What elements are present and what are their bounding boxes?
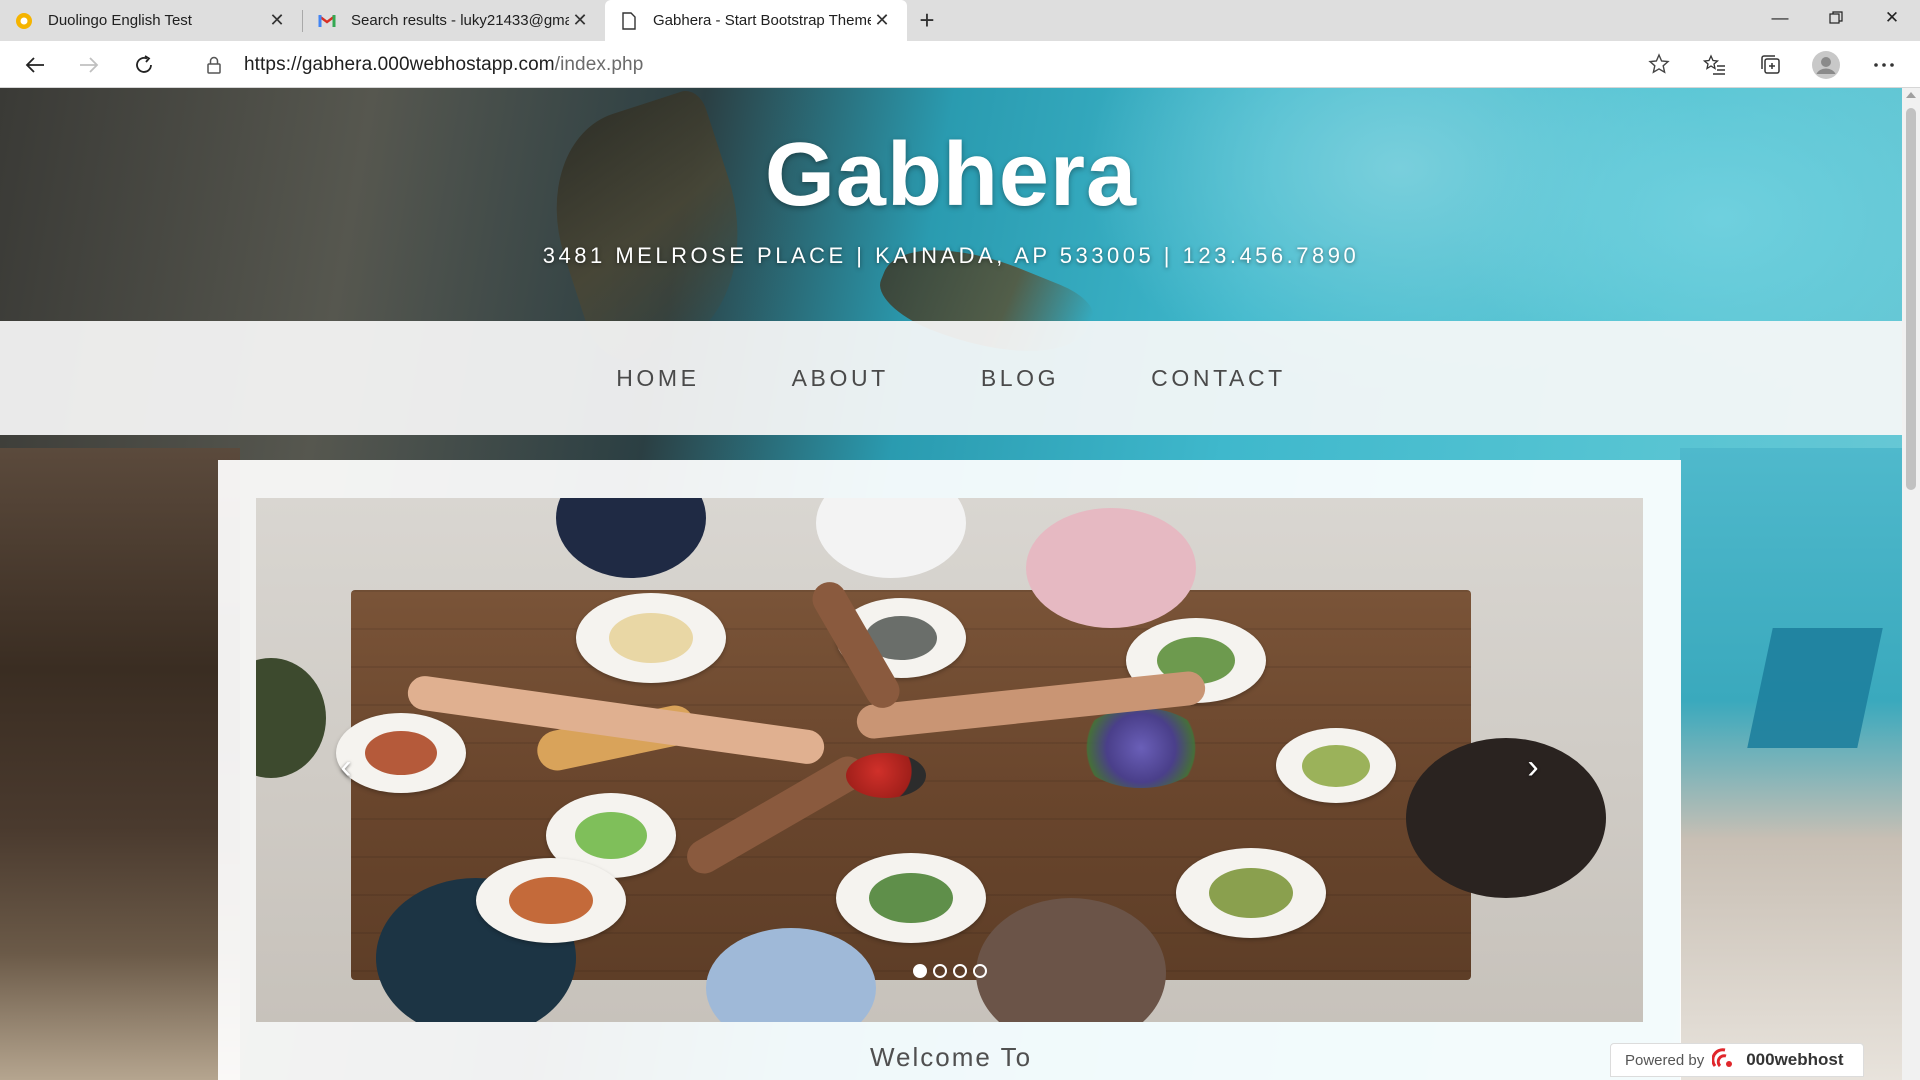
diner bbox=[256, 658, 326, 778]
tab-gmail[interactable]: Search results - luky21433@gma ✕ bbox=[303, 0, 605, 41]
carousel-indicator[interactable] bbox=[972, 964, 987, 978]
plate bbox=[576, 593, 726, 683]
content-container: ‹ › bbox=[218, 460, 1681, 1080]
address-text: 3481 Melrose Place | Kainada, AP 533005 … bbox=[542, 243, 1360, 268]
favorite-star-icon[interactable] bbox=[1648, 53, 1670, 80]
scroll-up-icon[interactable] bbox=[1906, 92, 1916, 98]
vertical-scrollbar[interactable] bbox=[1902, 88, 1920, 1080]
tab-title: Gabhera - Start Bootstrap Theme bbox=[653, 12, 871, 29]
powered-by-badge[interactable]: Powered by 000webhost bbox=[1610, 1043, 1864, 1077]
site-navigation: Home About Blog Contact bbox=[0, 321, 1902, 435]
plate bbox=[1176, 848, 1326, 938]
minimize-icon[interactable]: — bbox=[1752, 0, 1808, 36]
powered-by-brand: 000webhost bbox=[1746, 1050, 1844, 1069]
site-address: 3481 Melrose Place | Kainada, AP 533005 … bbox=[0, 243, 1902, 269]
url-path: /index.php bbox=[554, 54, 644, 75]
address-bar: https://gabhera.000webhostapp.com/index.… bbox=[0, 41, 1920, 88]
refresh-icon bbox=[136, 55, 152, 73]
plate bbox=[476, 858, 626, 943]
carousel-indicator[interactable] bbox=[952, 964, 967, 978]
favorites-button[interactable] bbox=[1697, 47, 1733, 83]
url-origin: https://gabhera.000webhostapp.com bbox=[244, 54, 555, 75]
nav-about[interactable]: About bbox=[789, 365, 892, 392]
nav-home[interactable]: Home bbox=[613, 365, 702, 392]
close-tab-icon[interactable]: ✕ bbox=[569, 10, 591, 32]
page-icon bbox=[619, 11, 639, 31]
duolingo-icon bbox=[14, 11, 34, 31]
carousel-next-button[interactable]: › bbox=[1518, 750, 1548, 784]
tomatoes bbox=[846, 753, 926, 798]
url-field[interactable]: https://gabhera.000webhostapp.com/index.… bbox=[180, 46, 1680, 84]
carousel-image bbox=[256, 498, 1643, 1022]
forward-button[interactable] bbox=[71, 47, 107, 83]
gmail-icon bbox=[317, 11, 337, 31]
collections-icon bbox=[1761, 55, 1780, 74]
carousel-indicator[interactable] bbox=[932, 964, 947, 978]
background-chair bbox=[0, 448, 240, 1080]
restore-icon[interactable] bbox=[1808, 0, 1864, 36]
000webhost-logo-icon bbox=[1711, 1047, 1738, 1073]
tab-strip: Duolingo English Test ✕ Search results -… bbox=[0, 0, 1920, 41]
back-button[interactable] bbox=[17, 47, 53, 83]
site-brand: Gabhera bbox=[764, 125, 1138, 225]
carousel-indicator[interactable] bbox=[912, 964, 927, 978]
diner bbox=[816, 498, 966, 578]
collections-button[interactable] bbox=[1753, 47, 1789, 83]
new-tab-button[interactable]: + bbox=[907, 0, 947, 41]
close-tab-icon[interactable]: ✕ bbox=[266, 10, 288, 32]
scrollbar-thumb[interactable] bbox=[1906, 108, 1916, 490]
image-carousel: ‹ › bbox=[256, 498, 1643, 1022]
diner bbox=[1026, 508, 1196, 628]
tab-title: Search results - luky21433@gma bbox=[351, 12, 569, 29]
powered-by-text: Powered by bbox=[1625, 1051, 1705, 1069]
close-tab-icon[interactable]: ✕ bbox=[871, 10, 893, 32]
more-options-button[interactable] bbox=[1866, 47, 1902, 83]
url-text[interactable]: https://gabhera.000webhostapp.com/index.… bbox=[244, 54, 643, 76]
page-viewport: Gabhera 3481 Melrose Place | Kainada, AP… bbox=[0, 88, 1902, 1080]
tab-gabhera[interactable]: Gabhera - Start Bootstrap Theme ✕ bbox=[605, 0, 907, 41]
flowers bbox=[1076, 708, 1206, 788]
nav-contact[interactable]: Contact bbox=[1148, 365, 1289, 392]
avatar-icon bbox=[1812, 51, 1840, 79]
back-arrow-icon bbox=[25, 57, 44, 73]
tab-duolingo[interactable]: Duolingo English Test ✕ bbox=[0, 0, 302, 41]
refresh-button[interactable] bbox=[126, 47, 162, 83]
plate bbox=[836, 853, 986, 943]
forward-arrow-icon bbox=[80, 57, 99, 73]
diner bbox=[556, 498, 706, 578]
diner bbox=[1406, 738, 1606, 898]
nav-blog[interactable]: Blog bbox=[978, 365, 1062, 392]
lock-icon[interactable] bbox=[194, 56, 234, 74]
profile-button[interactable] bbox=[1808, 47, 1844, 83]
carousel-prev-button[interactable]: ‹ bbox=[331, 750, 361, 784]
plate bbox=[1276, 728, 1396, 803]
window-controls: — ✕ bbox=[1752, 0, 1920, 36]
carousel-indicators bbox=[256, 964, 1643, 978]
tab-title: Duolingo English Test bbox=[48, 12, 192, 29]
favorites-list-icon bbox=[1703, 54, 1725, 75]
close-window-icon[interactable]: ✕ bbox=[1864, 0, 1920, 36]
ellipsis-icon bbox=[1874, 63, 1894, 67]
background-wall bbox=[1680, 448, 1902, 1080]
